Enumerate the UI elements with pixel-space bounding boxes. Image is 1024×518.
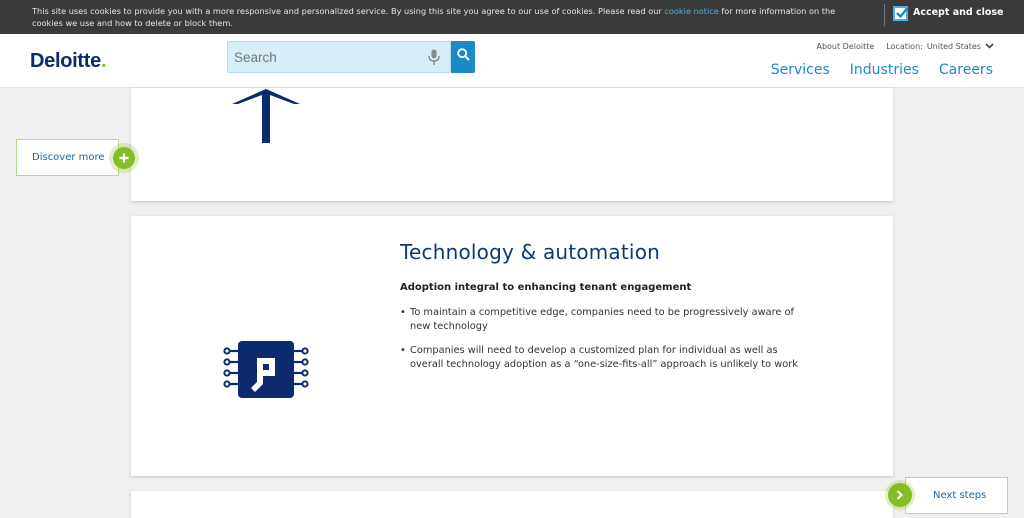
site-header: Deloitte. About Deloitte Location: Unite…	[0, 34, 1024, 88]
discover-more-label: Discover more	[32, 152, 105, 163]
cookie-message: This site uses cookies to provide you wi…	[32, 5, 852, 29]
logo-text: Deloitte	[30, 50, 101, 72]
search-icon	[456, 48, 470, 66]
chip-icon	[223, 340, 309, 407]
about-deloitte-link[interactable]: About Deloitte	[816, 42, 874, 51]
location-label: Location:	[886, 42, 923, 51]
chevron-down-icon	[985, 42, 994, 51]
bullet-item: To maintain a competitive edge, companie…	[400, 306, 810, 334]
accept-cookies-label: Accept and close	[913, 7, 1004, 18]
chevron-right-icon	[888, 483, 912, 507]
next-section-card	[131, 491, 893, 518]
nav-careers[interactable]: Careers	[939, 62, 993, 78]
checkbox-icon	[893, 5, 909, 21]
location-selector[interactable]: Location: United States	[886, 42, 994, 51]
plus-icon	[113, 147, 135, 169]
bullet-item: Companies will need to develop a customi…	[400, 344, 810, 372]
location-value: United States	[926, 42, 981, 51]
cookie-banner: This site uses cookies to provide you wi…	[0, 0, 1024, 34]
utility-links: About Deloitte Location: United States	[816, 42, 994, 51]
discover-more-button[interactable]: Discover more	[16, 139, 119, 176]
bullet-list: To maintain a competitive edge, companie…	[400, 306, 810, 382]
cookie-notice-link[interactable]: cookie notice	[664, 6, 718, 16]
search-box	[227, 41, 451, 73]
antenna-icon	[229, 88, 303, 151]
next-steps-arrow-button[interactable]	[885, 480, 915, 510]
microphone-icon[interactable]	[428, 49, 440, 71]
technology-section-card: Technology & automation Adoption integra…	[131, 216, 893, 476]
search-button[interactable]	[451, 41, 475, 73]
section-subtitle: Adoption integral to enhancing tenant en…	[400, 282, 692, 293]
section-title: Technology & automation	[400, 240, 661, 264]
previous-section-card	[131, 88, 893, 201]
cookie-text-start: This site uses cookies to provide you wi…	[32, 6, 665, 16]
nav-services[interactable]: Services	[771, 62, 830, 78]
next-steps-label: Next steps	[933, 490, 987, 501]
deloitte-logo[interactable]: Deloitte.	[30, 50, 107, 73]
nav-industries[interactable]: Industries	[850, 62, 919, 78]
accept-cookies-button[interactable]: Accept and close	[893, 5, 1004, 21]
logo-dot: .	[100, 50, 107, 72]
main-navigation: Services Industries Careers	[771, 62, 993, 78]
discover-more-plus-button[interactable]	[109, 143, 139, 173]
cookie-divider	[884, 4, 885, 26]
next-steps-button[interactable]: Next steps	[905, 477, 1008, 514]
search-input[interactable]	[228, 42, 418, 72]
